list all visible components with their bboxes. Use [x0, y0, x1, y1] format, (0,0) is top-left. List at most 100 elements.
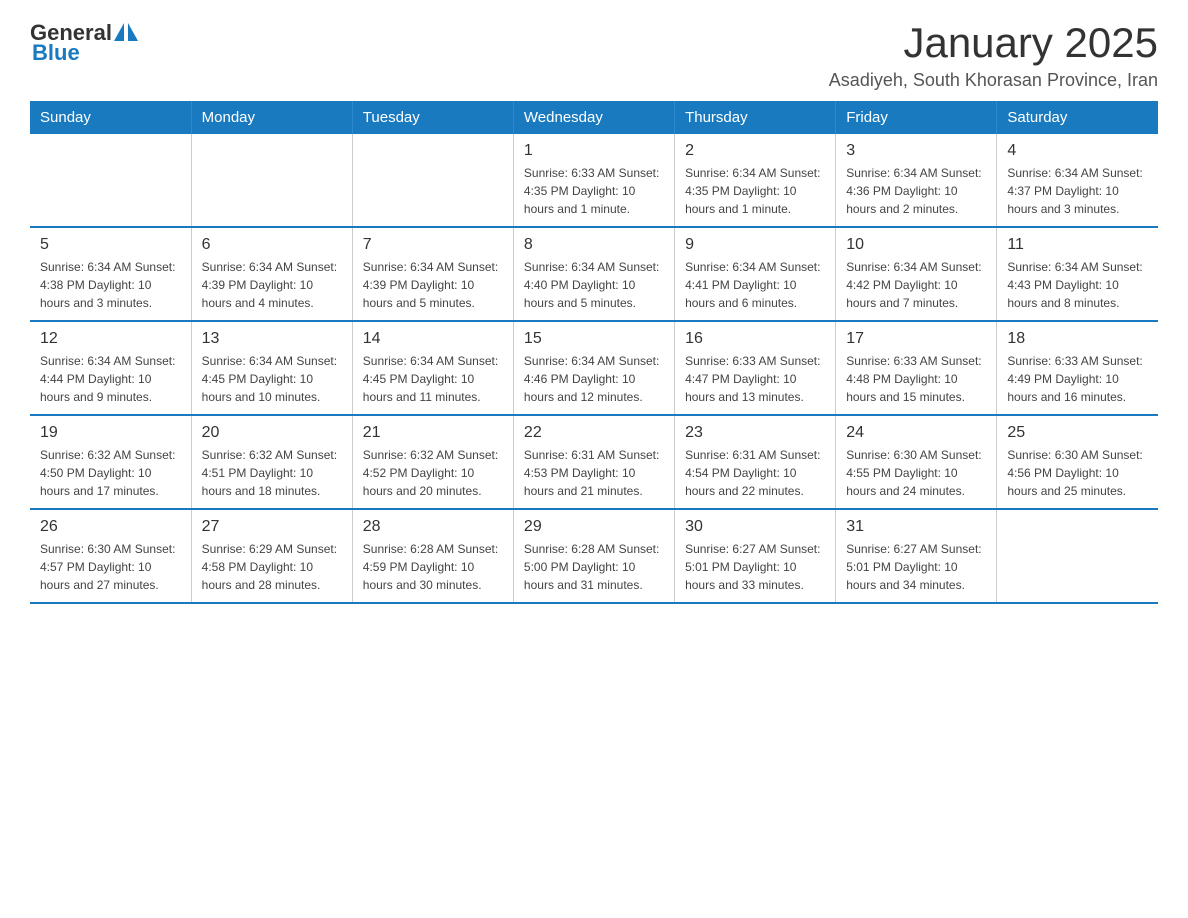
- day-number: 24: [846, 424, 986, 442]
- day-number: 29: [524, 518, 664, 536]
- day-info: Sunrise: 6:34 AM Sunset: 4:39 PM Dayligh…: [363, 258, 503, 312]
- day-info: Sunrise: 6:34 AM Sunset: 4:45 PM Dayligh…: [202, 352, 342, 406]
- calendar-cell: [191, 134, 352, 227]
- title-area: January 2025 Asadiyeh, South Khorasan Pr…: [829, 20, 1158, 91]
- day-number: 14: [363, 330, 503, 348]
- day-number: 16: [685, 330, 825, 348]
- calendar-cell: 27Sunrise: 6:29 AM Sunset: 4:58 PM Dayli…: [191, 509, 352, 603]
- day-number: 26: [40, 518, 181, 536]
- logo: General Blue: [30, 20, 138, 66]
- calendar-cell: 10Sunrise: 6:34 AM Sunset: 4:42 PM Dayli…: [836, 227, 997, 321]
- day-info: Sunrise: 6:34 AM Sunset: 4:38 PM Dayligh…: [40, 258, 181, 312]
- calendar-cell: 14 Sunrise: 6:34 AM Sunset: 4:45 PM Dayli…: [352, 321, 513, 415]
- day-info: Sunrise: 6:33 AM Sunset: 4:48 PM Dayligh…: [846, 352, 986, 406]
- day-info: Sunrise: 6:34 AM Sunset: 4:37 PM Dayligh…: [1007, 164, 1148, 218]
- day-info: Sunrise: 6:33 AM Sunset: 4:35 PM Dayligh…: [524, 164, 664, 218]
- day-info: Sunrise: 6:29 AM Sunset: 4:58 PM Dayligh…: [202, 540, 342, 594]
- day-number: 18: [1007, 330, 1148, 348]
- day-number: 30: [685, 518, 825, 536]
- day-number: 7: [363, 236, 503, 254]
- day-number: 19: [40, 424, 181, 442]
- calendar-cell: 9 Sunrise: 6:34 AM Sunset: 4:41 PM Daylig…: [675, 227, 836, 321]
- calendar-cell: 8 Sunrise: 6:34 AM Sunset: 4:40 PM Daylig…: [513, 227, 674, 321]
- calendar-cell: 3Sunrise: 6:34 AM Sunset: 4:36 PM Daylig…: [836, 134, 997, 227]
- header-row: SundayMondayTuesdayWednesdayThursdayFrid…: [30, 101, 1158, 134]
- day-number: 25: [1007, 424, 1148, 442]
- calendar-cell: 29 Sunrise: 6:28 AM Sunset: 5:00 PM Dayli…: [513, 509, 674, 603]
- week-row-1: 1 Sunrise: 6:33 AM Sunset: 4:35 PM Daylig…: [30, 134, 1158, 227]
- day-number: 28: [363, 518, 503, 536]
- week-row-5: 26 Sunrise: 6:30 AM Sunset: 4:57 PM Dayli…: [30, 509, 1158, 603]
- day-info: Sunrise: 6:34 AM Sunset: 4:39 PM Dayligh…: [202, 258, 342, 312]
- day-info: Sunrise: 6:33 AM Sunset: 4:47 PM Dayligh…: [685, 352, 825, 406]
- day-info: Sunrise: 6:34 AM Sunset: 4:40 PM Dayligh…: [524, 258, 664, 312]
- day-number: 23: [685, 424, 825, 442]
- day-number: 11: [1007, 236, 1148, 254]
- calendar-table: SundayMondayTuesdayWednesdayThursdayFrid…: [30, 101, 1158, 604]
- calendar-cell: 5 Sunrise: 6:34 AM Sunset: 4:38 PM Daylig…: [30, 227, 191, 321]
- day-info: Sunrise: 6:33 AM Sunset: 4:49 PM Dayligh…: [1007, 352, 1148, 406]
- calendar-cell: 21 Sunrise: 6:32 AM Sunset: 4:52 PM Dayli…: [352, 415, 513, 509]
- day-info: Sunrise: 6:32 AM Sunset: 4:52 PM Dayligh…: [363, 446, 503, 500]
- week-row-3: 12Sunrise: 6:34 AM Sunset: 4:44 PM Dayli…: [30, 321, 1158, 415]
- header-day-tuesday: Tuesday: [352, 101, 513, 134]
- page-title: January 2025: [829, 20, 1158, 66]
- day-info: Sunrise: 6:34 AM Sunset: 4:46 PM Dayligh…: [524, 352, 664, 406]
- day-info: Sunrise: 6:30 AM Sunset: 4:57 PM Dayligh…: [40, 540, 181, 594]
- day-number: 13: [202, 330, 342, 348]
- logo-blue-text: Blue: [30, 40, 80, 66]
- day-number: 20: [202, 424, 342, 442]
- calendar-cell: 11Sunrise: 6:34 AM Sunset: 4:43 PM Dayli…: [997, 227, 1158, 321]
- header-day-thursday: Thursday: [675, 101, 836, 134]
- calendar-cell: 19Sunrise: 6:32 AM Sunset: 4:50 PM Dayli…: [30, 415, 191, 509]
- day-info: Sunrise: 6:34 AM Sunset: 4:45 PM Dayligh…: [363, 352, 503, 406]
- calendar-cell: 18 Sunrise: 6:33 AM Sunset: 4:49 PM Dayli…: [997, 321, 1158, 415]
- day-number: 9: [685, 236, 825, 254]
- calendar-cell: 22Sunrise: 6:31 AM Sunset: 4:53 PM Dayli…: [513, 415, 674, 509]
- day-number: 1: [524, 142, 664, 160]
- calendar-cell: 7 Sunrise: 6:34 AM Sunset: 4:39 PM Daylig…: [352, 227, 513, 321]
- calendar-cell: [997, 509, 1158, 603]
- calendar-cell: 26 Sunrise: 6:30 AM Sunset: 4:57 PM Dayli…: [30, 509, 191, 603]
- day-number: 6: [202, 236, 342, 254]
- day-number: 8: [524, 236, 664, 254]
- calendar-cell: 12Sunrise: 6:34 AM Sunset: 4:44 PM Dayli…: [30, 321, 191, 415]
- header-day-friday: Friday: [836, 101, 997, 134]
- calendar-cell: 30 Sunrise: 6:27 AM Sunset: 5:01 PM Dayli…: [675, 509, 836, 603]
- calendar-cell: 17 Sunrise: 6:33 AM Sunset: 4:48 PM Dayli…: [836, 321, 997, 415]
- day-info: Sunrise: 6:32 AM Sunset: 4:51 PM Dayligh…: [202, 446, 342, 500]
- day-info: Sunrise: 6:34 AM Sunset: 4:42 PM Dayligh…: [846, 258, 986, 312]
- calendar-cell: 6 Sunrise: 6:34 AM Sunset: 4:39 PM Daylig…: [191, 227, 352, 321]
- day-number: 22: [524, 424, 664, 442]
- calendar-cell: 28Sunrise: 6:28 AM Sunset: 4:59 PM Dayli…: [352, 509, 513, 603]
- calendar-cell: 25Sunrise: 6:30 AM Sunset: 4:56 PM Dayli…: [997, 415, 1158, 509]
- day-info: Sunrise: 6:34 AM Sunset: 4:41 PM Dayligh…: [685, 258, 825, 312]
- calendar-cell: 23 Sunrise: 6:31 AM Sunset: 4:54 PM Dayli…: [675, 415, 836, 509]
- calendar-cell: 4 Sunrise: 6:34 AM Sunset: 4:37 PM Daylig…: [997, 134, 1158, 227]
- calendar-cell: 1 Sunrise: 6:33 AM Sunset: 4:35 PM Daylig…: [513, 134, 674, 227]
- day-info: Sunrise: 6:30 AM Sunset: 4:55 PM Dayligh…: [846, 446, 986, 500]
- calendar-cell: [30, 134, 191, 227]
- day-info: Sunrise: 6:31 AM Sunset: 4:54 PM Dayligh…: [685, 446, 825, 500]
- day-info: Sunrise: 6:27 AM Sunset: 5:01 PM Dayligh…: [846, 540, 986, 594]
- day-info: Sunrise: 6:27 AM Sunset: 5:01 PM Dayligh…: [685, 540, 825, 594]
- calendar-cell: 13 Sunrise: 6:34 AM Sunset: 4:45 PM Dayli…: [191, 321, 352, 415]
- week-row-2: 5 Sunrise: 6:34 AM Sunset: 4:38 PM Daylig…: [30, 227, 1158, 321]
- header-day-sunday: Sunday: [30, 101, 191, 134]
- day-number: 17: [846, 330, 986, 348]
- calendar-cell: 31 Sunrise: 6:27 AM Sunset: 5:01 PM Dayli…: [836, 509, 997, 603]
- day-number: 15: [524, 330, 664, 348]
- day-number: 31: [846, 518, 986, 536]
- header-day-monday: Monday: [191, 101, 352, 134]
- calendar-body: 1 Sunrise: 6:33 AM Sunset: 4:35 PM Daylig…: [30, 134, 1158, 603]
- day-number: 5: [40, 236, 181, 254]
- day-number: 21: [363, 424, 503, 442]
- day-info: Sunrise: 6:34 AM Sunset: 4:44 PM Dayligh…: [40, 352, 181, 406]
- day-number: 3: [846, 142, 986, 160]
- subtitle: Asadiyeh, South Khorasan Province, Iran: [829, 70, 1158, 91]
- calendar-cell: 24 Sunrise: 6:30 AM Sunset: 4:55 PM Dayli…: [836, 415, 997, 509]
- day-number: 4: [1007, 142, 1148, 160]
- header-day-wednesday: Wednesday: [513, 101, 674, 134]
- day-info: Sunrise: 6:28 AM Sunset: 5:00 PM Dayligh…: [524, 540, 664, 594]
- day-info: Sunrise: 6:34 AM Sunset: 4:35 PM Dayligh…: [685, 164, 825, 218]
